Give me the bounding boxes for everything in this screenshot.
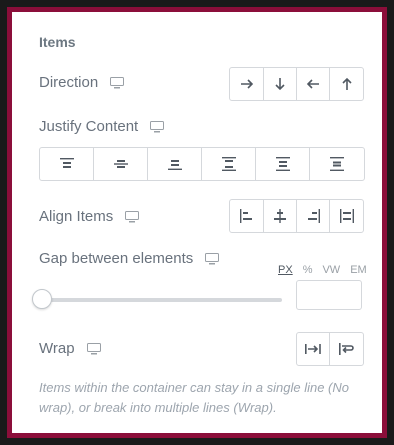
- arrow-up-icon: [340, 77, 354, 91]
- gap-slider-track[interactable]: [42, 298, 282, 302]
- align-center-icon: [273, 209, 287, 223]
- align-items-label: Align Items: [39, 208, 114, 225]
- justify-center-button[interactable]: [94, 148, 148, 180]
- gap-slider-handle[interactable]: [32, 289, 52, 309]
- unit-em[interactable]: EM: [350, 264, 367, 276]
- unit-px[interactable]: PX: [278, 264, 293, 276]
- gap-number-input[interactable]: [296, 280, 362, 310]
- justify-space-between-icon: [221, 157, 236, 171]
- monitor-icon[interactable]: [205, 252, 220, 265]
- direction-control-label: Direction: [39, 74, 125, 91]
- direction-row-reverse-button[interactable]: [297, 68, 330, 100]
- direction-button-group: [229, 67, 364, 101]
- wrap-control-label: Wrap: [39, 340, 101, 357]
- unit-vw[interactable]: VW: [322, 264, 340, 276]
- direction-row-button[interactable]: [230, 68, 264, 100]
- justify-button-group: [39, 147, 365, 181]
- wrap-help-text: Items within the container can stay in a…: [39, 380, 349, 415]
- direction-label: Direction: [39, 74, 99, 91]
- unit-percent[interactable]: %: [303, 264, 313, 276]
- arrow-down-icon: [273, 77, 287, 91]
- justify-end-button[interactable]: [148, 148, 202, 180]
- direction-column-reverse-button[interactable]: [330, 68, 363, 100]
- gap-control-label: Gap between elements: [39, 250, 220, 267]
- arrow-left-icon: [306, 77, 320, 91]
- wrap-button[interactable]: [330, 333, 363, 365]
- items-panel: Items Direction Justify Content Align It…: [12, 12, 382, 433]
- justify-space-between-button[interactable]: [202, 148, 256, 180]
- align-end-button[interactable]: [297, 200, 330, 232]
- panel-frame: Items Direction Justify Content Align It…: [7, 7, 387, 438]
- justify-center-icon: [113, 158, 128, 170]
- justify-space-around-button[interactable]: [256, 148, 310, 180]
- align-button-group: [229, 199, 364, 233]
- unit-switcher: PX % VW EM: [278, 264, 367, 276]
- no-wrap-button[interactable]: [297, 333, 330, 365]
- section-title: Items: [39, 34, 76, 50]
- monitor-icon[interactable]: [110, 76, 125, 89]
- align-control-label: Align Items: [39, 208, 140, 225]
- monitor-icon[interactable]: [86, 342, 101, 355]
- align-center-button[interactable]: [264, 200, 297, 232]
- no-wrap-icon: [305, 342, 321, 356]
- wrap-icon: [338, 342, 355, 356]
- wrap-label: Wrap: [39, 340, 75, 357]
- align-stretch-button[interactable]: [330, 200, 363, 232]
- justify-control-label: Justify Content: [39, 118, 165, 135]
- align-start-icon: [239, 209, 254, 223]
- justify-end-icon: [167, 158, 182, 170]
- justify-content-label: Justify Content: [39, 118, 139, 135]
- arrow-right-icon: [240, 77, 254, 91]
- align-stretch-icon: [339, 209, 354, 223]
- monitor-icon[interactable]: [125, 210, 140, 223]
- justify-start-icon: [59, 158, 74, 170]
- justify-space-evenly-icon: [330, 157, 344, 171]
- wrap-button-group: [296, 332, 364, 366]
- monitor-icon[interactable]: [150, 120, 165, 133]
- align-start-button[interactable]: [230, 200, 264, 232]
- gap-label: Gap between elements: [39, 250, 194, 267]
- align-end-icon: [306, 209, 320, 223]
- justify-space-evenly-button[interactable]: [310, 148, 364, 180]
- justify-space-around-icon: [275, 157, 290, 171]
- direction-column-button[interactable]: [264, 68, 297, 100]
- justify-start-button[interactable]: [40, 148, 94, 180]
